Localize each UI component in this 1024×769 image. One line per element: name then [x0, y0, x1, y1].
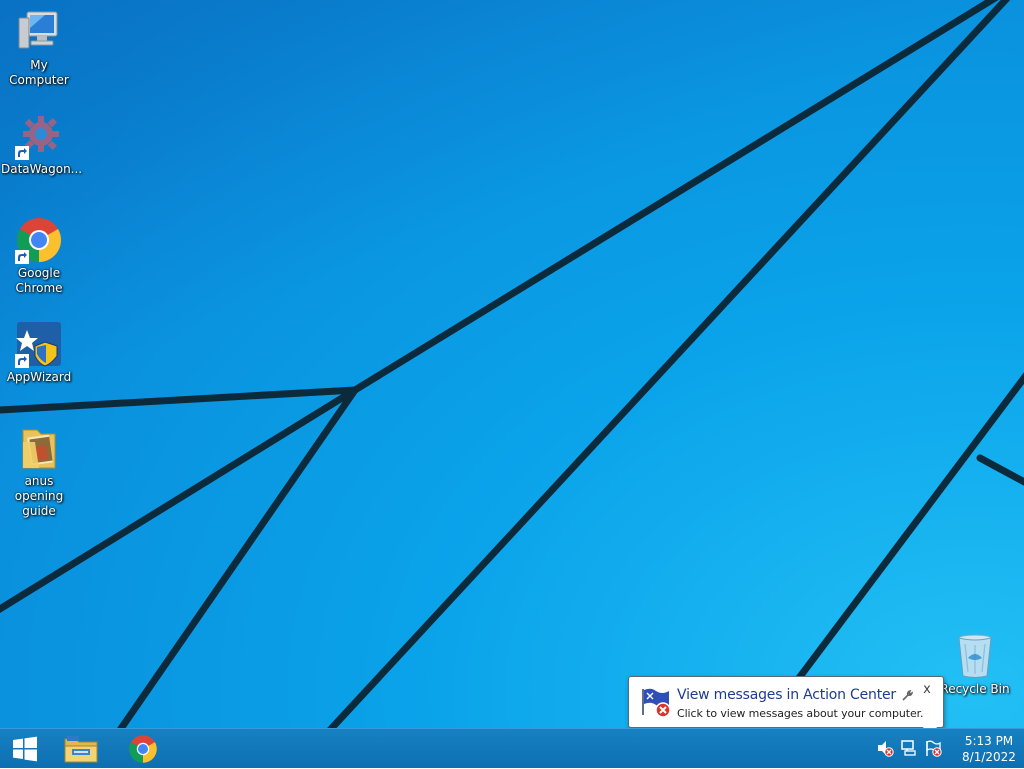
chrome-icon: [129, 735, 157, 763]
shortcut-arrow-icon: [15, 250, 29, 264]
desktop-icon-folder[interactable]: anus opening guide: [0, 424, 78, 519]
action-center-flag-icon: [639, 685, 673, 719]
desktop-icon-appwizard[interactable]: AppWizard: [0, 320, 78, 385]
wallpaper-lines: [0, 0, 1024, 728]
desktop-icon-label: Google Chrome: [15, 266, 63, 295]
desktop-icon-recycle-bin[interactable]: Recycle Bin: [936, 632, 1014, 697]
network-icon[interactable]: [900, 739, 918, 757]
file-explorer-icon: [64, 736, 98, 763]
image-folder-icon: [15, 424, 63, 472]
desktop-icon-label: Recycle Bin: [940, 682, 1010, 696]
desktop-icon-label: anus opening guide: [14, 474, 64, 518]
clock-time: 5:13 PM: [964, 734, 1014, 748]
wrench-icon[interactable]: [901, 687, 914, 701]
taskbar-chrome[interactable]: [118, 729, 168, 769]
desktop-icon-google-chrome[interactable]: Google Chrome: [0, 216, 78, 296]
volume-muted-icon[interactable]: [876, 739, 894, 757]
taskbar-clock[interactable]: 5:13 PM 8/1/2022: [954, 733, 1024, 765]
taskbar-file-explorer[interactable]: [56, 729, 106, 769]
close-icon[interactable]: x: [920, 683, 934, 697]
datawagon-gear-icon: [15, 112, 63, 160]
clock-date: 8/1/2022: [962, 750, 1016, 764]
start-button[interactable]: [0, 729, 50, 769]
notification-title: View messages in Action Center: [677, 687, 896, 703]
desktop-icon-label: AppWizard: [6, 370, 72, 384]
desktop-icon-datawagon[interactable]: DataWagon...: [0, 112, 83, 177]
shortcut-arrow-icon: [15, 354, 29, 368]
computer-icon: [15, 8, 63, 56]
recycle-bin-icon: [951, 632, 999, 680]
desktop-icon-my-computer[interactable]: My Computer: [0, 8, 78, 88]
action-center-notification[interactable]: View messages in Action Center Click to …: [628, 676, 944, 741]
chrome-icon: [15, 216, 63, 264]
desktop-icon-label: DataWagon...: [1, 162, 83, 176]
windows-logo-icon: [13, 736, 37, 762]
system-tray: 5:13 PM 8/1/2022: [864, 729, 1024, 769]
notification-message: Click to view messages about your comput…: [677, 707, 924, 720]
action-center-flag-icon[interactable]: [924, 739, 942, 757]
desktop: My Computer DataWagon... Google Chrome A…: [0, 0, 1024, 728]
desktop-icon-label: My Computer: [9, 58, 69, 87]
taskbar: 5:13 PM 8/1/2022: [0, 728, 1024, 768]
shortcut-arrow-icon: [15, 146, 29, 160]
appwizard-icon: [15, 320, 63, 368]
